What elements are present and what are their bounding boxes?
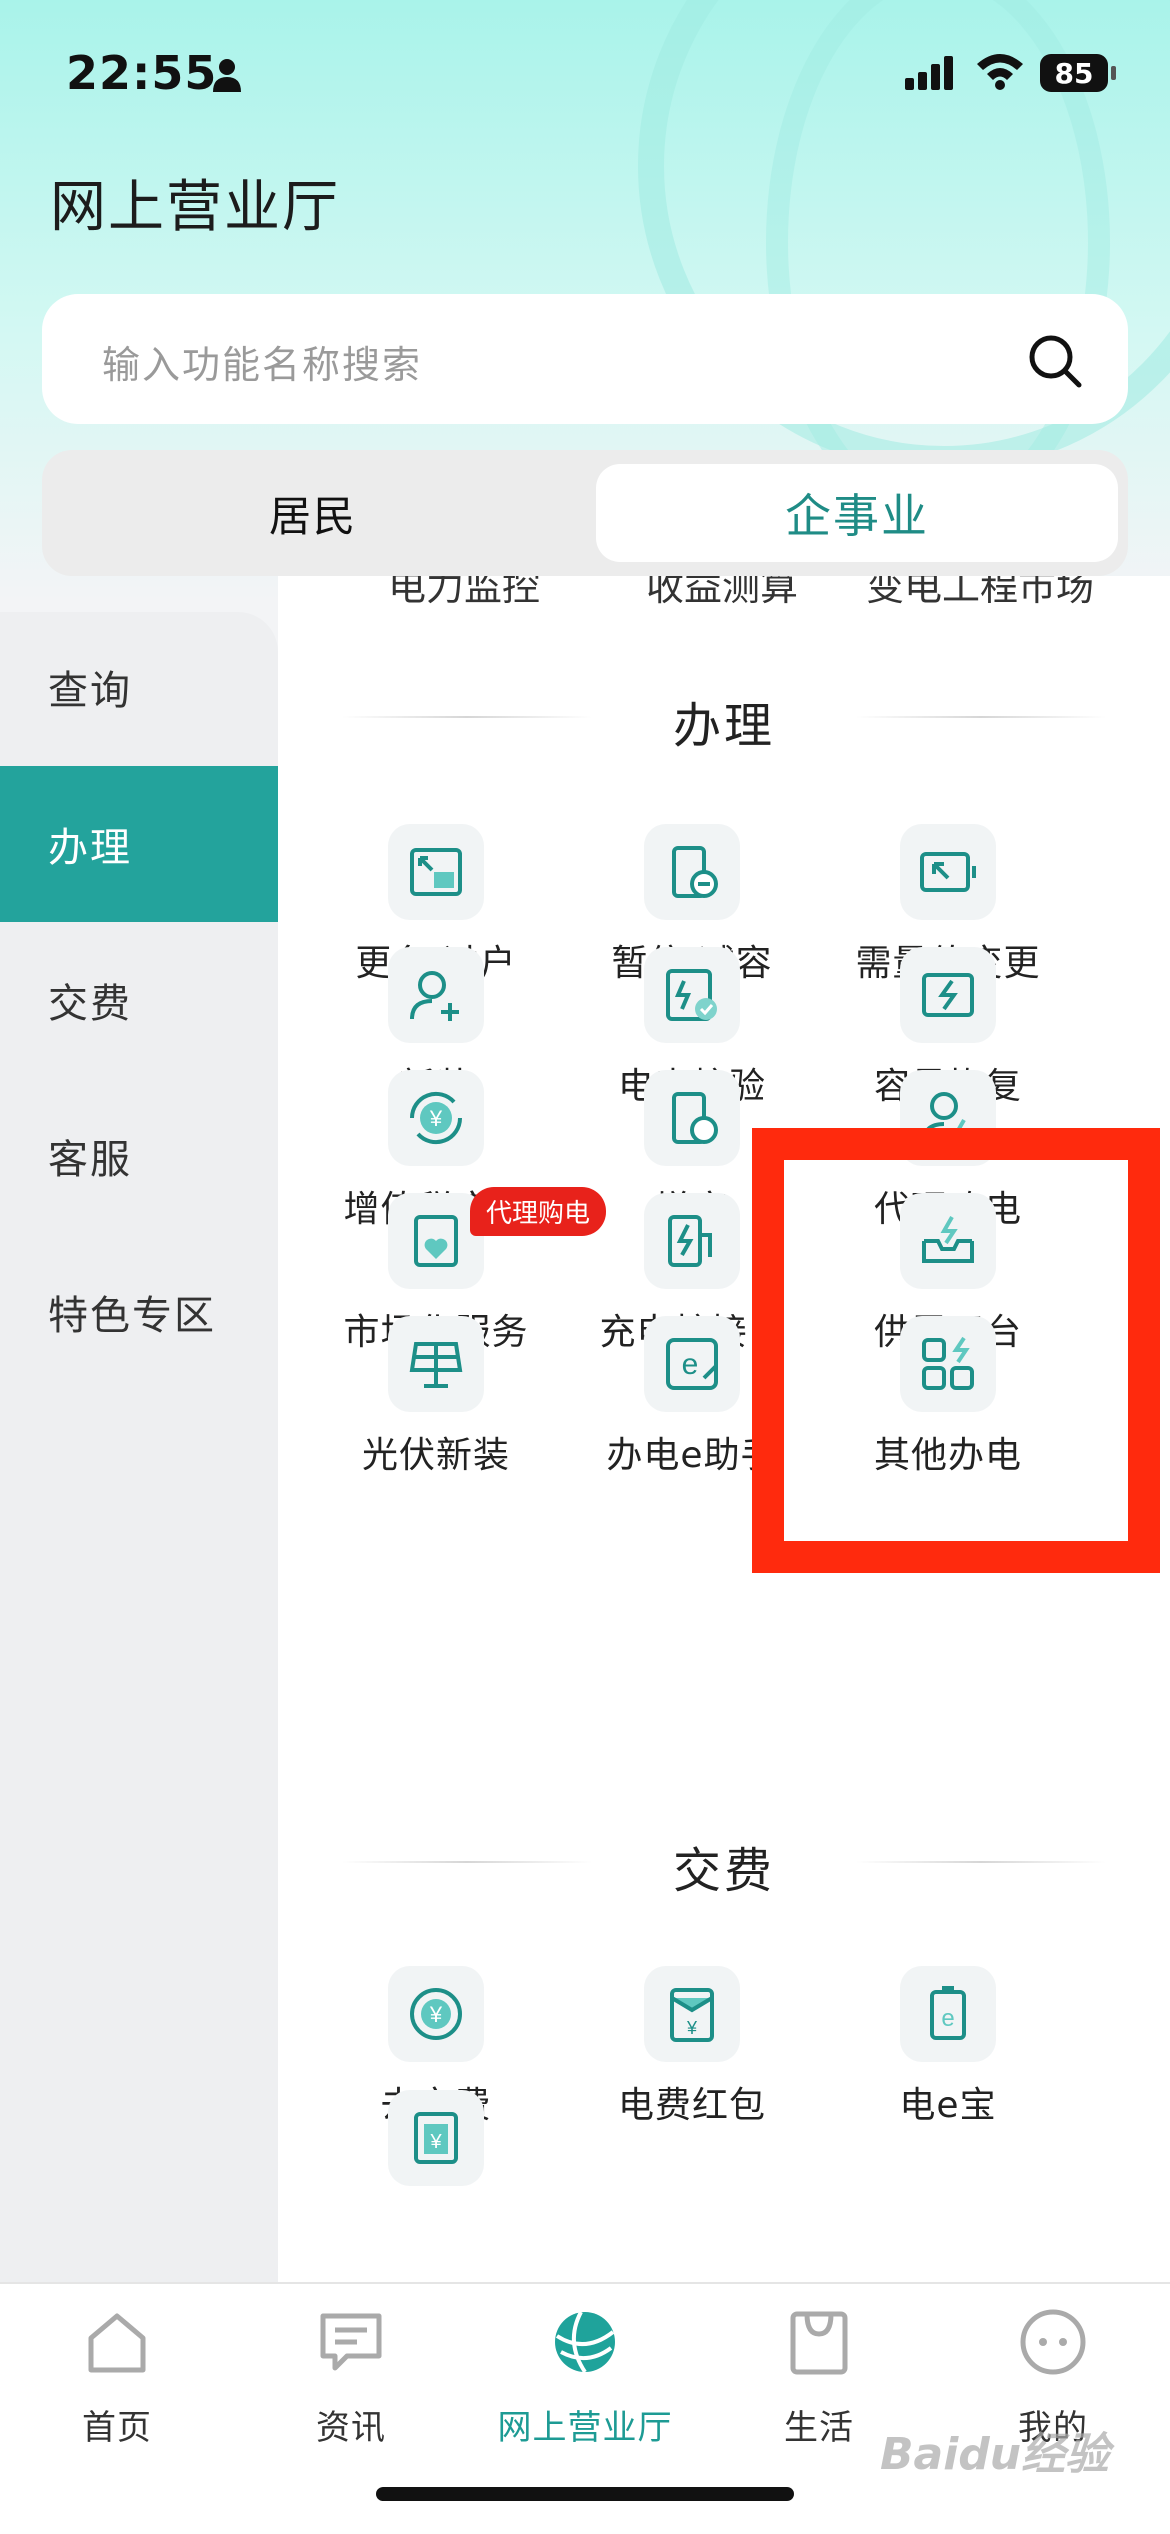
wifi-icon	[977, 54, 1023, 90]
tab-label: 首页	[82, 2408, 152, 2448]
pause-capacity-icon	[644, 824, 740, 920]
home-icon	[88, 2313, 146, 2373]
segment-tab-enterprise[interactable]: 企事业	[596, 464, 1118, 562]
smile-icon	[1020, 2309, 1086, 2375]
demand-change-icon	[900, 824, 996, 920]
svg-text:¥: ¥	[429, 2002, 443, 2027]
cut-off-row: 电力监控 收益测算 变电工程市场	[278, 576, 1170, 624]
tab-home[interactable]: 首页	[0, 2308, 234, 2448]
e-bao-icon: e	[900, 1966, 996, 2062]
capacity-restore-icon	[900, 947, 996, 1043]
grid-item-label: 光伏新装	[361, 1435, 510, 1476]
capacity-increase-icon	[644, 1070, 740, 1166]
red-packet-icon: ¥	[644, 1966, 740, 2062]
grid-item-red-packet[interactable]: ¥ 电费红包	[562, 1966, 822, 2136]
meter-check-icon	[644, 947, 740, 1043]
grid-item-label: 电费红包	[617, 2085, 766, 2126]
page-title: 网上营业厅	[50, 175, 340, 240]
sidebar-item-query[interactable]: 查询	[0, 612, 278, 762]
svg-text:¥: ¥	[429, 1106, 443, 1131]
grid-item-bill[interactable]: ¥	[306, 2090, 566, 2260]
status-time: 22:55	[66, 46, 218, 100]
svg-text:e: e	[682, 1348, 699, 1381]
e-assistant-icon: e	[644, 1316, 740, 1412]
search-icon[interactable]	[1026, 332, 1084, 390]
battery-indicator: 85	[1040, 54, 1108, 92]
yuan-coin-icon: ¥	[388, 1966, 484, 2062]
section-divider	[856, 1861, 1106, 1863]
svg-text:¥: ¥	[686, 2018, 698, 2038]
battery-nub	[1111, 66, 1116, 80]
section-title-handle: 办理	[672, 698, 775, 754]
globe-icon	[555, 2311, 615, 2374]
bill-icon: ¥	[388, 2090, 484, 2186]
segment-tab-resident[interactable]: 居民	[52, 464, 574, 562]
search-placeholder: 输入功能名称搜索	[102, 343, 423, 387]
sidebar-item-handle[interactable]: 办理	[0, 766, 278, 922]
bag-icon	[790, 2311, 848, 2375]
sidebar-item-special[interactable]: 特色专区	[0, 1234, 278, 1390]
tab-online-hall[interactable]: 网上营业厅	[468, 2308, 702, 2448]
cut-item[interactable]: 电力监控	[388, 576, 540, 611]
grid-item-label: 电e宝	[899, 2085, 997, 2126]
watermark: Baidu经验	[880, 2429, 1110, 2480]
grid-item-e-bao[interactable]: e 电e宝	[818, 1966, 1078, 2136]
tab-label: 网上营业厅	[497, 2408, 673, 2448]
signal-icon	[905, 56, 955, 90]
status-bar: 22:55 85	[0, 40, 1170, 110]
transfer-icon	[388, 824, 484, 920]
cut-item[interactable]: 变电工程市场	[866, 576, 1094, 611]
tab-label: 资讯	[316, 2408, 386, 2448]
sidebar-item-service[interactable]: 客服	[0, 1078, 278, 1234]
svg-text:e: e	[941, 2005, 954, 2032]
sidebar-item-pay[interactable]: 交费	[0, 922, 278, 1078]
charger-icon	[644, 1193, 740, 1289]
tab-news[interactable]: 资讯	[234, 2308, 468, 2448]
highlight-box	[752, 1128, 1160, 1573]
section-divider	[856, 716, 1106, 718]
cut-item[interactable]: 收益测算	[646, 576, 798, 611]
vat-change-icon: ¥	[388, 1070, 484, 1166]
section-title-pay: 交费	[672, 1843, 775, 1899]
search-input[interactable]: 输入功能名称搜索	[42, 294, 1128, 424]
sidebar: 查询 办理 交费 客服 特色专区	[0, 612, 278, 2282]
home-indicator[interactable]	[376, 2487, 794, 2501]
grid-item-solar[interactable]: 光伏新装	[306, 1316, 566, 1486]
solar-icon	[388, 1316, 484, 1412]
new-install-icon	[388, 947, 484, 1043]
svg-text:¥: ¥	[429, 2131, 442, 2153]
segment-control: 居民 企事业	[42, 450, 1128, 576]
news-icon	[320, 2313, 382, 2371]
person-icon	[213, 59, 241, 92]
